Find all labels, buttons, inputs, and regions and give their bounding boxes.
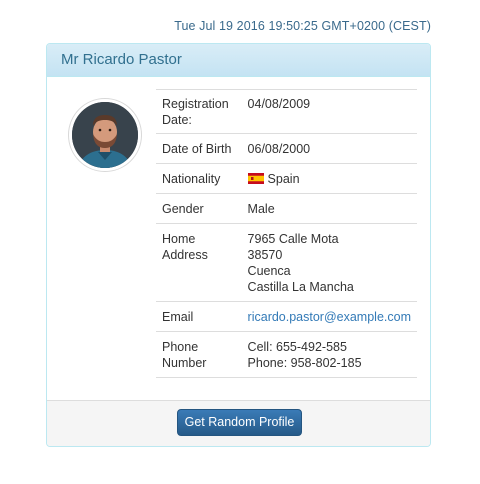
table-row-address: Home Address 7965 Calle Mota 38570 Cuenc… (156, 223, 417, 302)
address-line-city: Cuenca (247, 264, 291, 278)
gender-label: Gender (156, 193, 242, 224)
table-row-phone: Phone Number Cell: 655-492-585 Phone: 95… (156, 331, 417, 378)
table-row-email: Email ricardo.pastor@example.com (156, 301, 417, 332)
nationality-cell: Spain (241, 163, 417, 194)
address-line-region: Castilla La Mancha (247, 280, 354, 294)
profile-name-header: Mr Ricardo Pastor (47, 44, 430, 77)
address-line-postcode: 38570 (247, 248, 283, 262)
avatar-photo (72, 102, 138, 168)
profile-card: Mr Ricardo Pastor Registration Date: 04/… (46, 43, 431, 447)
nationality-value: Spain (267, 172, 300, 186)
phone-label: Phone Number (156, 331, 242, 378)
table-row-registration: Registration Date: 04/08/2009 (156, 89, 417, 134)
address-value: 7965 Calle Mota 38570 Cuenca Castilla La… (241, 223, 417, 302)
email-cell: ricardo.pastor@example.com (241, 301, 417, 332)
get-random-profile-button[interactable]: Get Random Profile (177, 409, 302, 436)
gender-value: Male (241, 193, 417, 224)
email-label: Email (156, 301, 242, 332)
email-link[interactable]: ricardo.pastor@example.com (248, 310, 411, 324)
phone-value: Cell: 655-492-585 Phone: 958-802-185 (241, 331, 417, 378)
nationality-label: Nationality (156, 163, 242, 194)
card-footer: Get Random Profile (47, 400, 430, 446)
table-row-nationality: Nationality Spain (156, 163, 417, 194)
dob-label: Date of Birth (156, 133, 242, 164)
profile-avatar (69, 99, 141, 171)
timestamp: Tue Jul 19 2016 19:50:25 GMT+0200 (CEST) (174, 19, 431, 33)
table-row-dob: Date of Birth 06/08/2000 (156, 133, 417, 164)
table-row-gender: Gender Male (156, 193, 417, 224)
dob-value: 06/08/2000 (241, 133, 417, 164)
address-line-street: 7965 Calle Mota (247, 232, 339, 246)
address-label: Home Address (156, 223, 242, 302)
phone-home-number: Phone: 958-802-185 (247, 356, 362, 370)
registration-value: 04/08/2009 (241, 89, 417, 134)
spain-flag-icon (247, 173, 264, 184)
phone-cell-number: Cell: 655-492-585 (247, 340, 347, 354)
registration-label: Registration Date: (156, 89, 242, 134)
profile-details-table: Registration Date: 04/08/2009 Date of Bi… (156, 89, 417, 378)
